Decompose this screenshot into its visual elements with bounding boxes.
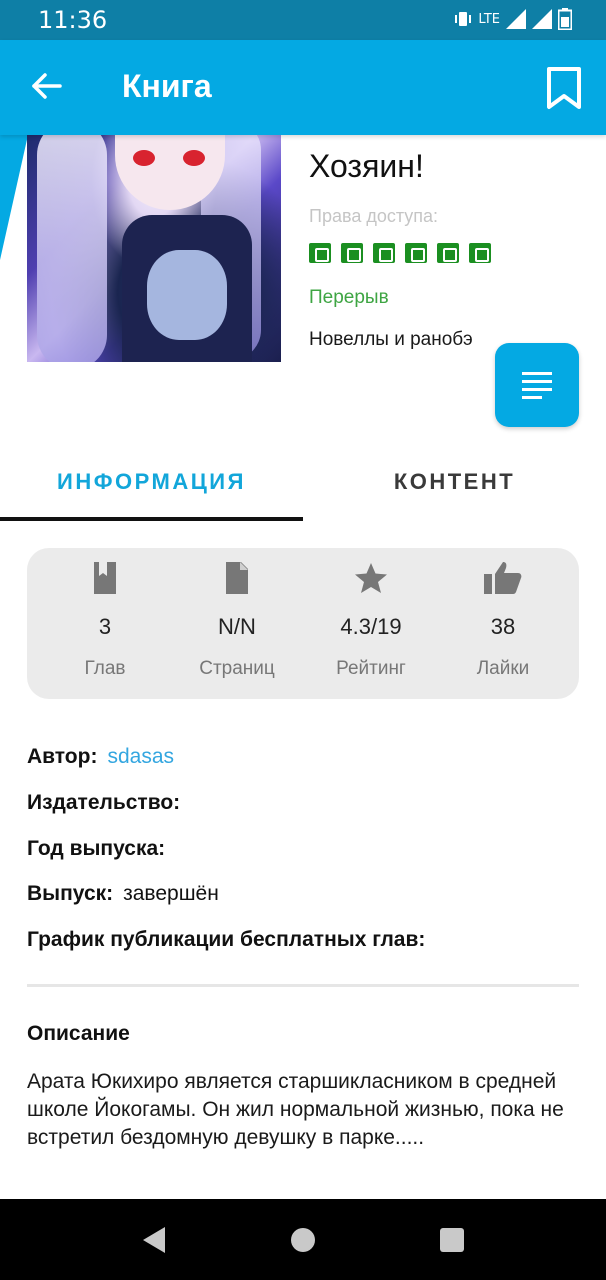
- tab-bar: ИНФОРМАЦИЯ КОНТЕНТ: [0, 441, 606, 521]
- release-row: Выпуск: завершён: [27, 882, 219, 906]
- tab-indicator: [0, 517, 303, 521]
- app-bar: Книга: [0, 40, 606, 135]
- author-link[interactable]: sdasas: [107, 745, 174, 768]
- eye-icon: [341, 243, 363, 263]
- system-nav-bar: [0, 1199, 606, 1280]
- stat-value: N/N: [218, 614, 256, 639]
- stats-card: 3 Глав N/N Страниц 4.3/19 Рейтинг 38 Лай…: [27, 548, 579, 699]
- schedule-row: График публикации бесплатных глав:: [27, 928, 425, 952]
- release-label: Выпуск:: [27, 882, 114, 905]
- bookmark-book-icon: [94, 562, 116, 594]
- read-button[interactable]: [495, 343, 579, 427]
- stat-label: Страниц: [199, 658, 275, 679]
- author-row: Автор: sdasas: [27, 745, 174, 769]
- nav-back-icon[interactable]: [143, 1227, 165, 1253]
- signal-icon: [506, 9, 526, 29]
- bookmark-icon[interactable]: [544, 66, 584, 110]
- nav-home-icon[interactable]: [291, 1228, 315, 1252]
- author-label: Автор:: [27, 745, 98, 768]
- rights-icons: [309, 243, 491, 263]
- stat-chapters: 3 Глав: [37, 548, 173, 699]
- tab-content[interactable]: КОНТЕНТ: [303, 441, 606, 521]
- arrow-left-icon[interactable]: [30, 68, 66, 104]
- stat-value: 38: [490, 614, 516, 639]
- stat-likes: 38 Лайки: [435, 548, 571, 699]
- status-icons: LTE: [454, 8, 572, 30]
- release-value: завершён: [123, 882, 219, 905]
- stat-value: 4.3/19: [340, 614, 402, 639]
- signal-icon-2: [532, 9, 552, 29]
- book-cover: [27, 130, 281, 362]
- description-text: Арата Юкихиро является старшикласником в…: [27, 1070, 564, 1149]
- year-row: Год выпуска:: [27, 837, 165, 861]
- star-icon: [355, 563, 387, 593]
- thumb-up-icon: [484, 562, 522, 594]
- page-title: Книга: [122, 68, 212, 104]
- book-title: Хозяин!: [309, 148, 424, 184]
- login-icon: [309, 243, 331, 263]
- stat-pages: N/N Страниц: [169, 548, 305, 699]
- rights-label: Права доступа:: [309, 206, 439, 226]
- forward-icon: [469, 243, 491, 263]
- page-icon: [226, 562, 248, 594]
- stat-label: Рейтинг: [336, 658, 406, 679]
- status-bar: 11:36 LTE: [0, 0, 606, 40]
- nav-recents-icon[interactable]: [440, 1228, 464, 1252]
- stat-label: Лайки: [476, 658, 530, 679]
- publisher-label: Издательство:: [27, 791, 181, 814]
- tab-information[interactable]: ИНФОРМАЦИЯ: [0, 441, 303, 521]
- plus-minus-icon: [405, 243, 427, 263]
- year-label: Год выпуска:: [27, 837, 166, 860]
- stat-rating: 4.3/19 Рейтинг: [303, 548, 439, 699]
- description-title: Описание: [27, 1022, 130, 1045]
- schedule-label: График публикации бесплатных глав:: [27, 928, 426, 951]
- vibrate-icon: [455, 12, 472, 26]
- header-accent: [0, 135, 28, 260]
- divider: [27, 984, 579, 987]
- stat-label: Глав: [84, 658, 126, 679]
- publisher-row: Издательство:: [27, 791, 180, 815]
- network-type: LTE: [478, 11, 500, 27]
- comment-icon: [437, 243, 459, 263]
- battery-icon: [558, 8, 572, 30]
- book-genre: Новеллы и ранобэ: [309, 329, 473, 350]
- stat-value: 3: [98, 614, 112, 639]
- book-status: Перерыв: [309, 287, 389, 308]
- status-time: 11:36: [38, 6, 108, 34]
- download-icon: [373, 243, 395, 263]
- text-lines-icon: [522, 372, 552, 375]
